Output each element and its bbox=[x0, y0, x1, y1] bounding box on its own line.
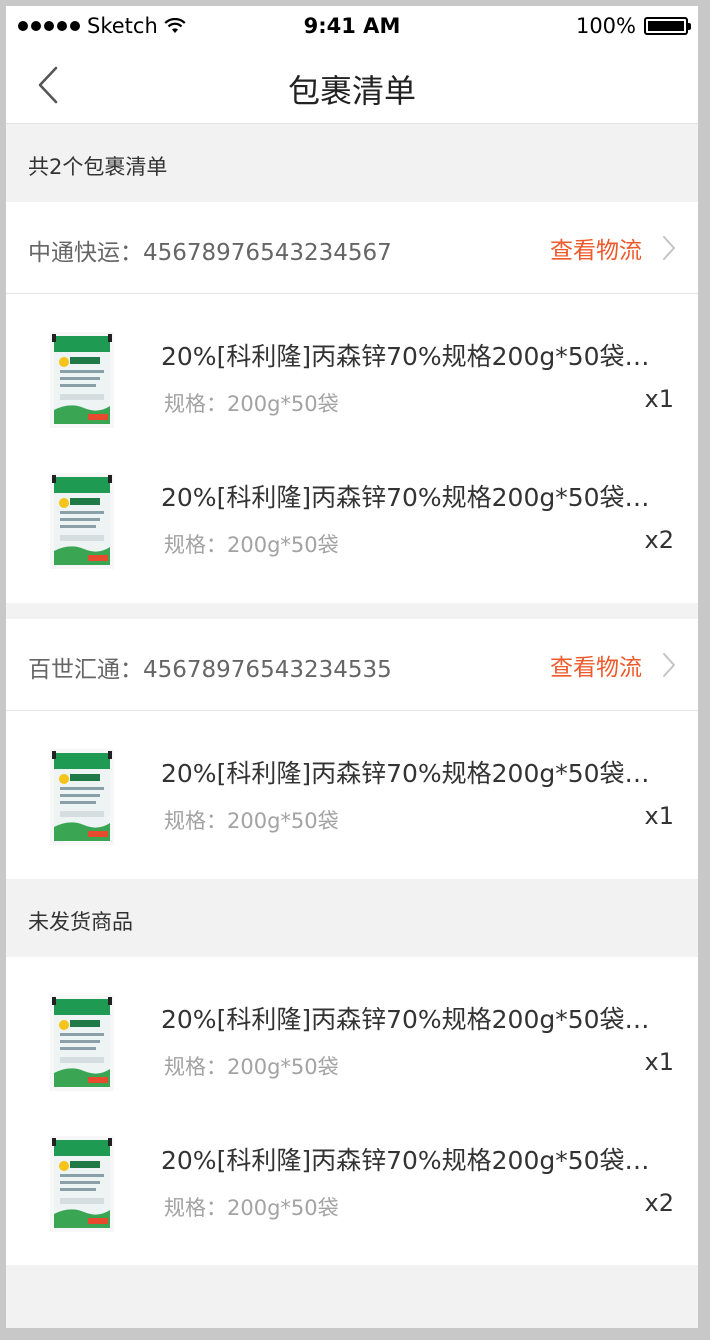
product-name: 20%[科利隆]丙森锌70%规格200g*50袋… bbox=[161, 1146, 650, 1175]
product-thumbnail bbox=[50, 995, 114, 1091]
product-quantity: x2 bbox=[644, 526, 674, 554]
product-name: 20%[科利隆]丙森锌70%规格200g*50袋… bbox=[161, 759, 650, 788]
package-count-header: 共2个包裹清单 bbox=[6, 124, 698, 202]
list-item[interactable]: 20%[科利隆]丙森锌70%规格200g*50袋… 规格：200g*50袋 x1 bbox=[6, 711, 698, 852]
product-quantity: x1 bbox=[644, 802, 674, 830]
product-thumbnail bbox=[50, 473, 114, 569]
unshipped-card: 20%[科利隆]丙森锌70%规格200g*50袋… 规格：200g*50袋 x1 bbox=[6, 957, 698, 1265]
package-card: 中通快运：45678976543234567 查看物流 20%[科利隆]丙森锌7… bbox=[6, 202, 698, 603]
product-spec: 规格：200g*50袋 bbox=[164, 1196, 339, 1220]
unshipped-header: 未发货商品 bbox=[6, 879, 698, 957]
product-name: 20%[科利隆]丙森锌70%规格200g*50袋… bbox=[161, 483, 650, 512]
product-quantity: x1 bbox=[644, 1048, 674, 1076]
product-thumbnail bbox=[50, 749, 114, 845]
package-header: 中通快运：45678976543234567 查看物流 bbox=[6, 202, 698, 294]
product-quantity: x2 bbox=[644, 1189, 674, 1217]
package-header: 百世汇通：45678976543234535 查看物流 bbox=[6, 619, 698, 711]
nav-bar: 包裹清单 bbox=[6, 46, 698, 124]
product-spec: 规格：200g*50袋 bbox=[164, 392, 339, 416]
list-item[interactable]: 20%[科利隆]丙森锌70%规格200g*50袋… 规格：200g*50袋 x1 bbox=[6, 294, 698, 435]
product-spec: 规格：200g*50袋 bbox=[164, 1055, 339, 1079]
battery-percent: 100% bbox=[575, 14, 636, 38]
view-logistics-link[interactable]: 查看物流 bbox=[550, 231, 642, 265]
page-title: 包裹清单 bbox=[287, 72, 416, 110]
list-item[interactable]: 20%[科利隆]丙森锌70%规格200g*50袋… 规格：200g*50袋 x1 bbox=[6, 957, 698, 1098]
product-thumbnail bbox=[50, 1136, 114, 1232]
package-card: 百世汇通：45678976543234535 查看物流 20%[科利隆]丙森锌7… bbox=[6, 619, 698, 879]
product-quantity: x1 bbox=[644, 385, 674, 413]
list-item[interactable]: 20%[科利隆]丙森锌70%规格200g*50袋… 规格：200g*50袋 x2 bbox=[6, 435, 698, 576]
product-name: 20%[科利隆]丙森锌70%规格200g*50袋… bbox=[161, 1005, 650, 1034]
product-spec: 规格：200g*50袋 bbox=[164, 809, 339, 833]
product-thumbnail bbox=[50, 332, 114, 428]
carrier-tracking-number: 中通快运：45678976543234567 bbox=[28, 240, 392, 266]
product-spec: 规格：200g*50袋 bbox=[164, 533, 339, 557]
view-logistics-link[interactable]: 查看物流 bbox=[550, 648, 642, 682]
product-name: 20%[科利隆]丙森锌70%规格200g*50袋… bbox=[161, 342, 650, 371]
status-bar: Sketch 9:41 AM 100% bbox=[6, 6, 698, 46]
battery-icon bbox=[644, 17, 691, 35]
list-item[interactable]: 20%[科利隆]丙森锌70%规格200g*50袋… 规格：200g*50袋 x2 bbox=[6, 1098, 698, 1239]
chevron-right-icon[interactable] bbox=[662, 235, 676, 261]
carrier-tracking-number: 百世汇通：45678976543234535 bbox=[28, 657, 392, 683]
chevron-right-icon[interactable] bbox=[662, 652, 676, 678]
screen: Sketch 9:41 AM 100% 包裹清单 共2个包裹清单 中通快运：45… bbox=[6, 6, 698, 1328]
